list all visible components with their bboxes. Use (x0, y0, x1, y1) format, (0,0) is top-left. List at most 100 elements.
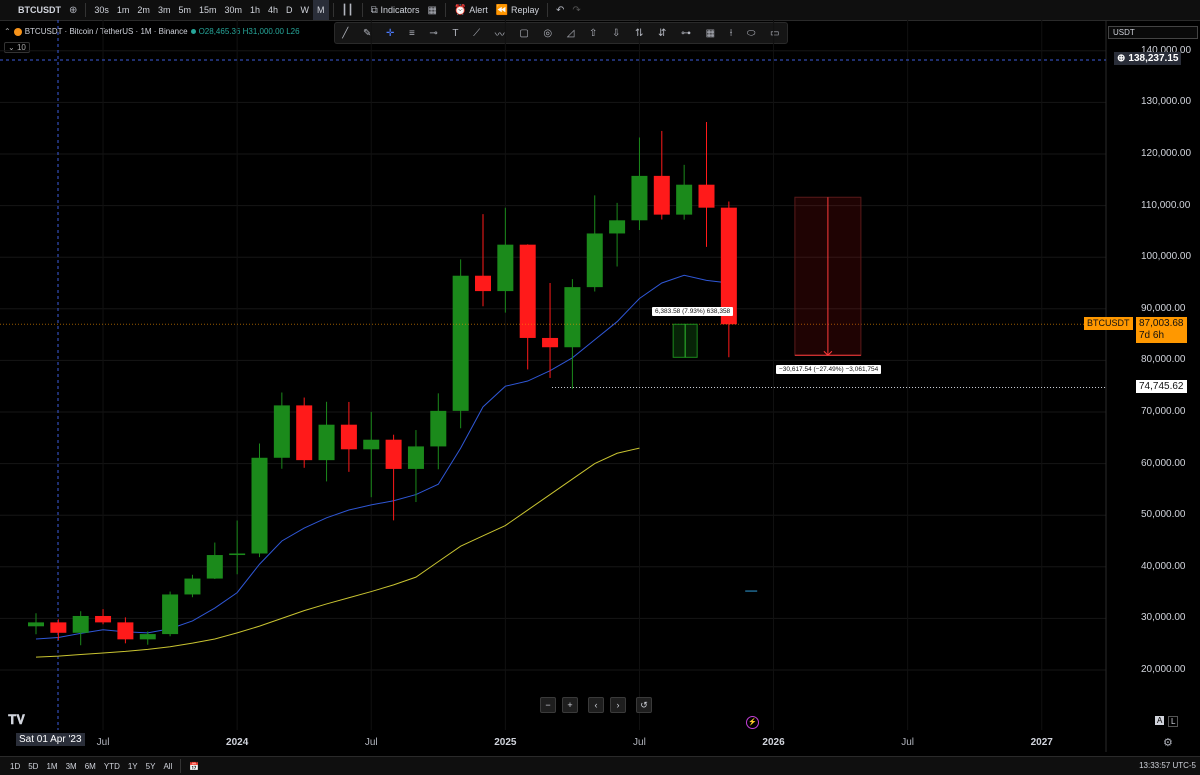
ruler-icon[interactable]: ⟋ (473, 28, 480, 39)
range-5Y[interactable]: 5Y (142, 762, 160, 771)
redo-icon[interactable]: ↷ (568, 0, 584, 20)
candle (497, 207, 514, 313)
arrow-up-icon[interactable]: ⇧ (589, 28, 597, 39)
indicators-button[interactable]: ⧉ Indicators (367, 0, 424, 20)
long-position-icon[interactable]: ⇅ (635, 28, 643, 39)
log-scale-button[interactable]: L (1168, 716, 1179, 727)
candle (564, 279, 581, 389)
replay-button[interactable]: ⏪ Replay (492, 0, 543, 20)
interval-group: 30s 1m 2m 3m 5m 15m 30m 1h 4h D W M (90, 0, 329, 20)
scroll-right-button[interactable]: › (610, 697, 626, 713)
range-1M[interactable]: 1M (42, 762, 61, 771)
price-tick-label: 30,000.00 (1141, 612, 1186, 624)
range-1D[interactable]: 1D (6, 762, 24, 771)
interval-30m[interactable]: 30m (220, 0, 246, 20)
fib-icon[interactable]: ≡ (409, 28, 415, 39)
candle-body (50, 622, 67, 633)
reset-chart-button[interactable]: ↺ (636, 697, 652, 713)
grid-icon[interactable]: ▦ (706, 28, 715, 39)
tradingview-logo: 𝐓𝐕 (8, 712, 25, 727)
circle-icon[interactable]: ◎ (543, 28, 552, 39)
candle-body (385, 439, 402, 469)
plus-icon[interactable]: ⊕ (1117, 53, 1125, 64)
separator (180, 759, 182, 773)
last-price-tag: BTCUSDT (1084, 317, 1133, 330)
interval-1h[interactable]: 1h (246, 0, 264, 20)
interval-5m[interactable]: 5m (174, 0, 195, 20)
date-range-icon[interactable]: 📅 (185, 762, 203, 771)
candle-body (653, 175, 670, 215)
range-All[interactable]: All (159, 762, 176, 771)
candle-body (318, 424, 335, 461)
grid-lines (0, 20, 1107, 752)
price-tick-label: 100,000.00 (1141, 251, 1192, 263)
zoom-out-button[interactable]: − (540, 697, 556, 713)
price-chart[interactable] (0, 0, 1200, 774)
interval-2m[interactable]: 2m (133, 0, 154, 20)
candle (229, 520, 246, 575)
bottom-toolbar: 1D 5D 1M 3M 6M YTD 1Y 5Y All 📅 13:33:57 UTC-5 (0, 756, 1200, 775)
brush-icon[interactable]: ✎ (363, 28, 371, 39)
candle-body (564, 287, 581, 348)
candle-body (363, 439, 380, 450)
interval-15m[interactable]: 15m (195, 0, 221, 20)
short-position-icon[interactable]: ⇵ (658, 28, 666, 39)
alarm-clock-icon: ⏰ (453, 4, 470, 16)
layouts-icon[interactable]: ▦ (424, 0, 441, 20)
candle-body (72, 615, 89, 633)
interval-W[interactable]: W (297, 0, 314, 20)
candles-icon[interactable]: ┃┃ (338, 0, 358, 20)
measure-down-label: −30,617.54 (−27.49%) −3,061,754 (776, 365, 882, 374)
chevron-down-icon[interactable]: ⌃ (4, 27, 11, 36)
collapse-indicators-button[interactable]: ⌄ 10 (4, 42, 30, 53)
text-icon[interactable]: T (452, 28, 458, 39)
range-1Y[interactable]: 1Y (124, 762, 142, 771)
pattern-icon[interactable]: 〰 (495, 26, 505, 41)
ellipse-icon[interactable]: ⬭ (747, 28, 756, 39)
candle-body (609, 220, 626, 234)
range-3M[interactable]: 3M (62, 762, 81, 771)
currency-selector[interactable]: USDT (1108, 26, 1198, 39)
undo-icon[interactable]: ↶ (552, 0, 568, 20)
candle-body (251, 457, 268, 554)
interval-D[interactable]: D (282, 0, 297, 20)
horizontal-line-icon[interactable]: ⊸ (429, 28, 437, 39)
interval-4h[interactable]: 4h (264, 0, 282, 20)
symbol-search-button[interactable]: BTCUSDT (0, 0, 65, 20)
market-status-icon (190, 29, 196, 34)
candle-body (407, 446, 424, 469)
more-icon[interactable]: ▭ (770, 28, 779, 39)
interval-3m[interactable]: 3m (154, 0, 175, 20)
time-tick-label: Jul (901, 737, 915, 748)
scroll-left-button[interactable]: ‹ (588, 697, 604, 713)
alert-button[interactable]: ⏰ Alert (450, 0, 492, 20)
clone-icon[interactable]: ⍿ (730, 28, 733, 39)
last-price-value-tag: 87,003.68 7d 6h (1136, 317, 1187, 343)
gann-icon[interactable]: ◿ (567, 28, 575, 39)
compare-plus-icon[interactable]: ⊕ (65, 0, 81, 20)
last-symbol-label: BTCUSDT (1087, 318, 1130, 328)
zoom-in-button[interactable]: + (562, 697, 578, 713)
low-price-tag: 74,745.62 (1136, 380, 1187, 393)
range-6M[interactable]: 6M (81, 762, 100, 771)
interval-30s[interactable]: 30s (90, 0, 113, 20)
time-axis[interactable]: Jul 2024 Jul 2025 Jul 2026 Jul 2027 (0, 730, 1200, 752)
candles (28, 122, 737, 646)
drawing-toolbar: ╱ ✎ ✛ ≡ ⊸ T ⟋ 〰 ▢ ◎ ◿ ⇧ ⇩ ⇅ ⇵ ⊶ ▦ ⍿ ⬭ ▭ (334, 22, 788, 44)
arrow-down-icon[interactable]: ⇩ (612, 28, 620, 39)
trend-line-icon[interactable]: ╱ (342, 28, 348, 39)
interval-M[interactable]: M (313, 0, 329, 20)
range-5D[interactable]: 5D (24, 762, 42, 771)
moving-averages (35, 274, 729, 658)
range-icon[interactable]: ⊶ (681, 28, 691, 39)
lightning-icon[interactable]: ⚡ (746, 716, 759, 729)
candle-body (28, 622, 44, 627)
auto-scale-button[interactable]: A (1155, 716, 1165, 725)
candle (50, 619, 67, 641)
range-YTD[interactable]: YTD (100, 762, 124, 771)
clock-label[interactable]: 13:33:57 UTC-5 (1139, 761, 1196, 770)
rectangle-icon[interactable]: ▢ (519, 28, 528, 39)
interval-1m[interactable]: 1m (113, 0, 134, 20)
crosshair-icon[interactable]: ✛ (386, 28, 394, 39)
candle-body (676, 184, 693, 215)
